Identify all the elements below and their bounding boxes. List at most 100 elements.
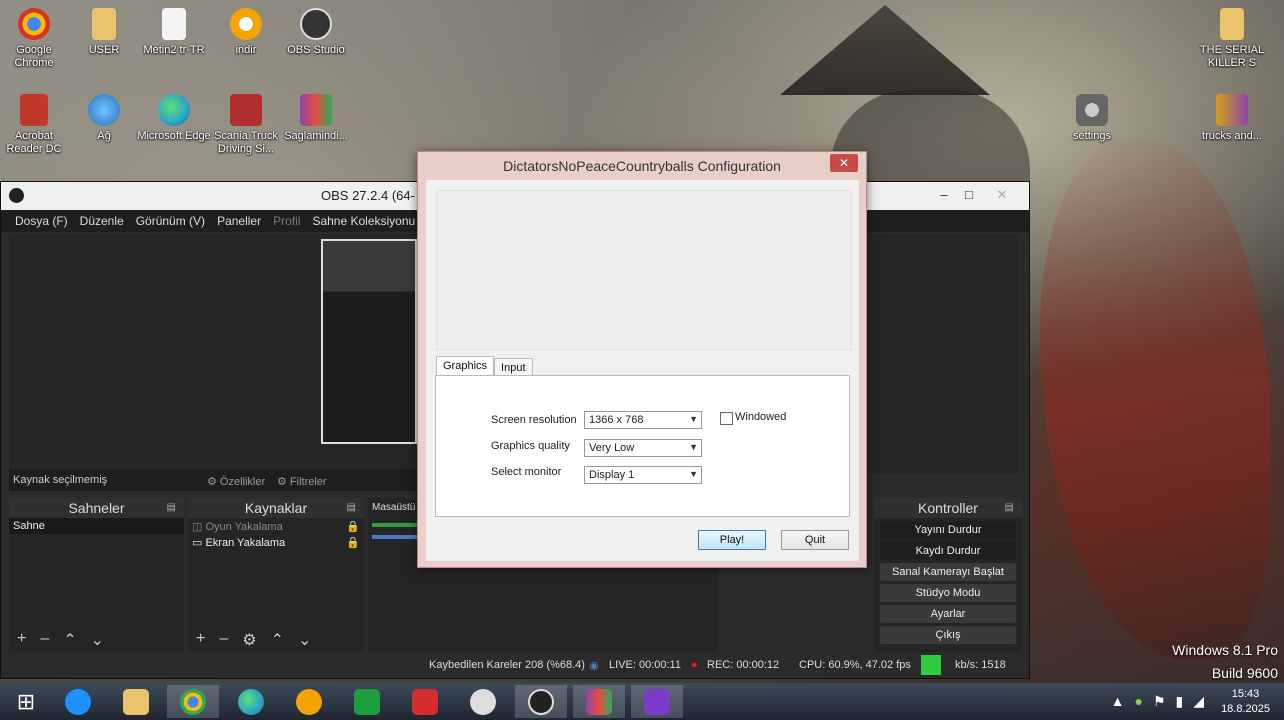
desktop-icon-user[interactable]: USER <box>66 8 142 57</box>
pin-app-icon <box>470 688 496 715</box>
remove-icon[interactable]: – <box>40 630 49 650</box>
quit-button[interactable]: Quit <box>781 530 849 550</box>
flag-icon[interactable]: ⚑ <box>1153 693 1166 710</box>
source-item[interactable]: ◫ Oyun Yakalama 🔒 <box>188 518 364 534</box>
move-down-icon[interactable]: ⌄ <box>298 630 311 650</box>
taskbar-winrar[interactable] <box>573 685 625 718</box>
settings-icon <box>1076 94 1108 126</box>
winrar-icon <box>300 94 332 126</box>
desktop-icon-scania[interactable]: Scania.Truck Driving Si... <box>208 94 284 156</box>
clock[interactable]: 15:43 18.8.2025 <box>1221 687 1270 717</box>
taskbar-indir[interactable] <box>283 685 335 718</box>
tray-app-icon[interactable]: ● <box>1134 693 1142 710</box>
taskbar-ie[interactable] <box>52 685 104 718</box>
menu-sahne-koleksiyonu[interactable]: Sahne Koleksiyonu <box>306 210 421 232</box>
lock-icon[interactable]: 🔒 <box>346 520 360 533</box>
source-item[interactable]: ▭ Ekran Yakalama 🔒 <box>188 534 364 550</box>
menu-duzenle[interactable]: Düzenle <box>74 210 130 232</box>
windowed-checkbox[interactable] <box>720 412 733 425</box>
start-button[interactable]: ⊞ <box>0 685 52 718</box>
clock-time: 15:43 <box>1231 688 1260 700</box>
desktop-icon-serial-killer[interactable]: THE SERIAL KILLER S <box>1194 8 1270 70</box>
taskbar: ⊞ ▲ ● ⚑ ▮ ◢ 15:43 18.8.2025 <box>0 683 1284 720</box>
sources-dock: Kaynaklar ▤ ◫ Oyun Yakalama 🔒 ▭ Ekran Yak… <box>188 498 364 652</box>
menu-paneller[interactable]: Paneller <box>211 210 267 232</box>
volume-slider[interactable] <box>372 535 417 539</box>
play-button[interactable]: Play! <box>698 530 766 550</box>
taskbar-obs[interactable] <box>515 685 567 718</box>
taskbar-edge[interactable] <box>225 685 277 718</box>
taskbar-game[interactable] <box>631 685 683 718</box>
remove-icon[interactable]: – <box>219 630 228 650</box>
desktop-icon-acrobat[interactable]: Acrobat Reader DC <box>0 94 72 156</box>
desktop-icon-trucks[interactable]: trucks and... <box>1194 94 1270 143</box>
folder-icon <box>92 8 116 40</box>
add-icon[interactable]: + <box>196 630 205 650</box>
exit-button[interactable]: Çıkış <box>880 626 1016 644</box>
obs-icon <box>528 688 554 715</box>
clock-date: 18.8.2025 <box>1221 703 1270 715</box>
desktop-icon-settings[interactable]: settings <box>1054 94 1130 143</box>
desktop-icon-metin2[interactable]: Metin2 tr-TR <box>136 8 212 57</box>
download-app-icon <box>296 688 322 715</box>
desktop-icon-saglamindir[interactable]: Saglamindi... <box>278 94 354 143</box>
taskbar-explorer[interactable] <box>110 685 162 718</box>
live-time: LIVE: 00:00:11 <box>609 659 681 671</box>
network-icon[interactable]: ◢ <box>1193 693 1204 710</box>
taskbar-chrome[interactable] <box>167 685 219 718</box>
maximize-icon[interactable]: □ <box>956 186 982 204</box>
lock-icon[interactable]: 🔒 <box>346 536 360 549</box>
stream-health-indicator <box>921 655 941 675</box>
battery-icon[interactable]: ▮ <box>1176 693 1184 710</box>
download-app-icon <box>230 8 262 40</box>
dialog-titlebar[interactable]: DictatorsNoPeaceCountryballs Configurati… <box>418 152 866 180</box>
winrar-icon <box>586 688 612 715</box>
edge-icon <box>238 688 264 715</box>
add-icon[interactable]: + <box>17 630 26 650</box>
menu-profil[interactable]: Profil <box>267 210 306 232</box>
archive-icon <box>1216 94 1248 126</box>
taskbar-app[interactable] <box>457 685 509 718</box>
desktop-icon-network[interactable]: Ağ <box>66 94 142 143</box>
move-down-icon[interactable]: ⌄ <box>91 630 104 650</box>
close-icon[interactable]: ✕ <box>989 186 1015 204</box>
dialog-title: DictatorsNoPeaceCountryballs Configurati… <box>503 158 781 174</box>
properties-button[interactable]: ⚙ Özellikler <box>207 473 265 493</box>
monitor-select[interactable]: Display 1 ▼ <box>584 466 702 484</box>
undock-icon[interactable]: ▤ <box>167 498 176 518</box>
desktop-icon-chrome[interactable]: Google Chrome <box>0 8 72 70</box>
undock-icon[interactable]: ▤ <box>347 498 356 518</box>
start-virtual-camera-button[interactable]: Sanal Kamerayı Başlat <box>880 563 1016 581</box>
studio-mode-button[interactable]: Stüdyo Modu <box>880 584 1016 602</box>
wallpaper-red-cloud <box>1040 140 1270 660</box>
desktop-icon-obs[interactable]: OBS Studio <box>278 8 354 57</box>
controls-title: Kontroller ▤ <box>874 498 1022 518</box>
resolution-label: Screen resolution <box>491 414 577 426</box>
minimize-icon[interactable]: – <box>931 186 957 204</box>
taskbar-store[interactable] <box>341 685 393 718</box>
tray-expand-icon[interactable]: ▲ <box>1111 693 1125 710</box>
stop-streaming-button[interactable]: Yayını Durdur <box>880 521 1016 539</box>
folder-icon <box>1220 8 1244 40</box>
desktop-icon-edge[interactable]: Microsoft Edge <box>136 94 212 143</box>
windows-watermark-line2: Build 9600 <box>1211 665 1278 681</box>
taskbar-wps[interactable] <box>399 685 451 718</box>
desktop-icon-indir[interactable]: indir <box>208 8 284 57</box>
internet-explorer-icon <box>65 688 91 715</box>
resolution-select[interactable]: 1366 x 768 ▼ <box>584 411 702 429</box>
dialog-banner <box>436 190 852 350</box>
scene-item[interactable]: Sahne <box>9 518 184 534</box>
undock-icon[interactable]: ▤ <box>1005 498 1014 518</box>
obs-logo-icon <box>9 188 24 203</box>
gear-icon[interactable]: ⚙ <box>242 630 256 650</box>
settings-button[interactable]: Ayarlar <box>880 605 1016 623</box>
menu-gorunum[interactable]: Görünüm (V) <box>130 210 211 232</box>
stop-recording-button[interactable]: Kaydı Durdur <box>880 542 1016 560</box>
menu-dosya[interactable]: Dosya (F) <box>9 210 74 232</box>
filters-button[interactable]: ⚙ Filtreler <box>277 473 327 493</box>
quality-select[interactable]: Very Low ▼ <box>584 439 702 457</box>
game-icon <box>230 94 262 126</box>
move-up-icon[interactable]: ⌃ <box>63 630 76 650</box>
move-up-icon[interactable]: ⌃ <box>271 630 284 650</box>
close-icon[interactable]: ✕ <box>830 154 858 172</box>
